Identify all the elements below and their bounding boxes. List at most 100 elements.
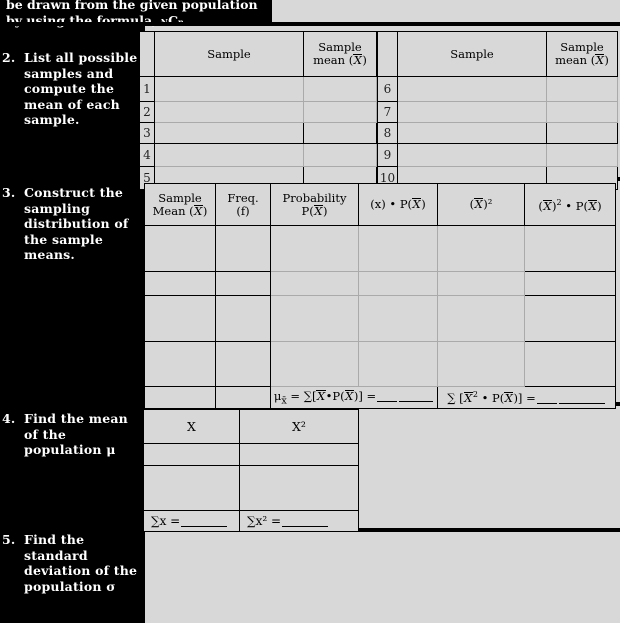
x-value-cell[interactable] bbox=[143, 443, 240, 466]
x-times-prob-cell[interactable] bbox=[358, 341, 438, 387]
probability-cell[interactable] bbox=[270, 295, 359, 342]
sample-mean-header-line2-prefix: mean ( bbox=[555, 53, 596, 67]
sample-column-header: Sample bbox=[397, 31, 547, 77]
answer-blank[interactable] bbox=[399, 400, 434, 402]
row-index-cell: 7 bbox=[377, 101, 398, 123]
frequency-cell[interactable] bbox=[215, 295, 271, 342]
x-times-prob-cell[interactable] bbox=[358, 225, 438, 272]
instruction-text-4: Find the mean of the population μ bbox=[24, 411, 128, 457]
x-squared-column-header: (X)² bbox=[437, 183, 525, 226]
sample-mean-column-header: Sample mean (X) bbox=[546, 31, 618, 77]
sample-mean-entry-cell[interactable] bbox=[303, 76, 377, 102]
x-squared-times-prob-cell[interactable] bbox=[524, 295, 616, 342]
sum-x-squared-formula: ∑x² = bbox=[239, 510, 359, 532]
sampling-distribution-table: Sample Mean (X) Freq. (f) Probability P(… bbox=[144, 183, 616, 409]
sample-mean-entry-cell[interactable] bbox=[546, 143, 618, 167]
row-index-cell: 4 bbox=[139, 143, 155, 167]
header-line2-suffix: ) bbox=[202, 203, 208, 218]
sample-entry-cell[interactable] bbox=[154, 143, 304, 167]
x-squared-cell[interactable] bbox=[437, 295, 525, 342]
table-row: 7 bbox=[377, 101, 618, 123]
sample-mean-entry-cell[interactable] bbox=[303, 101, 377, 123]
x-times-prob-cell[interactable] bbox=[358, 271, 438, 296]
answer-blank[interactable] bbox=[377, 400, 398, 402]
sample-entry-cell[interactable] bbox=[154, 122, 304, 144]
probability-cell[interactable] bbox=[270, 225, 359, 272]
sample-entry-cell[interactable] bbox=[397, 101, 547, 123]
table-summary-row: μx̄ = ∑[X•P(X)] = ∑ [X2 • P(X)] = bbox=[144, 386, 616, 409]
answer-blank[interactable] bbox=[181, 526, 228, 527]
x-value-cell[interactable] bbox=[143, 465, 240, 511]
sample-mean-entry-cell[interactable] bbox=[303, 122, 377, 144]
row-index-cell: 2 bbox=[139, 101, 155, 123]
answer-blank[interactable] bbox=[282, 526, 329, 527]
row-index-header-cell bbox=[139, 31, 155, 77]
row-index-header-cell bbox=[377, 31, 398, 77]
answer-blank[interactable] bbox=[536, 402, 557, 404]
frequency-cell[interactable] bbox=[215, 341, 271, 387]
sample-mean-cell[interactable] bbox=[144, 225, 216, 272]
answer-blank[interactable] bbox=[558, 402, 605, 404]
x-bar-symbol: X bbox=[313, 203, 323, 218]
row-index-cell: 6 bbox=[377, 76, 398, 102]
sample-entry-cell[interactable] bbox=[154, 76, 304, 102]
instruction-number-4: 4. bbox=[2, 411, 16, 426]
x-squared-value-cell[interactable] bbox=[239, 443, 359, 466]
sample-entry-cell[interactable] bbox=[154, 101, 304, 123]
table-row bbox=[144, 225, 616, 272]
x-squared-times-prob-cell[interactable] bbox=[524, 225, 616, 272]
sample-mean-entry-cell[interactable] bbox=[546, 101, 618, 123]
instruction-number-5: 5. bbox=[2, 532, 16, 547]
x-squared-cell[interactable] bbox=[437, 225, 525, 272]
sample-entry-cell[interactable] bbox=[397, 76, 547, 102]
x-squared-cell[interactable] bbox=[437, 271, 525, 296]
table-header-row: Sample Sample mean (X) bbox=[139, 31, 377, 77]
table-row: 6 bbox=[377, 76, 618, 102]
sample-mean-entry-cell[interactable] bbox=[546, 122, 618, 144]
sample-entry-cell[interactable] bbox=[397, 143, 547, 167]
row-index-cell: 3 bbox=[139, 122, 155, 144]
sum-x-squared-prob-formula: ∑ [X2 • P(X)] = bbox=[437, 386, 616, 409]
header-line1: Freq. bbox=[227, 190, 259, 205]
sample-mean-cell[interactable] bbox=[144, 295, 216, 342]
sample-mean-entry-cell[interactable] bbox=[303, 143, 377, 167]
x-squared-value-cell[interactable] bbox=[239, 465, 359, 511]
sample-entry-cell[interactable] bbox=[397, 122, 547, 144]
x-squared-times-prob-cell[interactable] bbox=[524, 341, 616, 387]
frequency-cell[interactable] bbox=[215, 271, 271, 296]
mean-of-sampling-distribution-formula: μx̄ = ∑[X•P(X)] = bbox=[270, 386, 438, 409]
sample-mean-header-line2-suffix: ) bbox=[604, 53, 609, 67]
x-squared-times-prob-cell[interactable] bbox=[524, 271, 616, 296]
sample-mean-header-line1: Sample bbox=[318, 40, 362, 54]
table-header-row: X X² bbox=[143, 409, 359, 444]
header-line1: Probability bbox=[282, 190, 347, 205]
header-line2-suffix: ) bbox=[322, 203, 328, 218]
table-row: 4 bbox=[139, 143, 377, 167]
x-squared-cell[interactable] bbox=[437, 341, 525, 387]
probability-column-header: Probability P(X) bbox=[270, 183, 359, 226]
header-prefix: (x) • P( bbox=[370, 197, 413, 211]
table-row bbox=[144, 271, 616, 296]
row-index-cell: 8 bbox=[377, 122, 398, 144]
sample-mean-cell[interactable] bbox=[144, 271, 216, 296]
sample-mean-header-line1: Sample bbox=[560, 40, 604, 54]
banner-line-1: be drawn from the given population bbox=[6, 0, 258, 12]
x-bar-symbol: X bbox=[542, 198, 553, 213]
table-summary-row: ∑x = ∑x² = bbox=[143, 510, 359, 532]
instruction-text-3: Construct the sampling distribution of t… bbox=[24, 185, 129, 262]
x-column-header: X bbox=[143, 409, 240, 444]
instruction-text-2: List all possible samples and compute th… bbox=[24, 50, 138, 127]
sample-mean-cell[interactable] bbox=[144, 341, 216, 387]
probability-cell[interactable] bbox=[270, 271, 359, 296]
header-line2-prefix: P( bbox=[301, 203, 314, 218]
table-row bbox=[143, 465, 359, 511]
header-suffix: )² bbox=[483, 197, 493, 211]
header-line2-prefix: Mean ( bbox=[152, 203, 194, 218]
probability-cell[interactable] bbox=[270, 341, 359, 387]
table-header-row: Sample Sample mean (X) bbox=[377, 31, 618, 77]
frequency-cell[interactable] bbox=[215, 225, 271, 272]
sample-mean-entry-cell[interactable] bbox=[546, 76, 618, 102]
x-times-prob-cell[interactable] bbox=[358, 295, 438, 342]
table-row: 3 bbox=[139, 122, 377, 144]
table-row bbox=[144, 295, 616, 342]
